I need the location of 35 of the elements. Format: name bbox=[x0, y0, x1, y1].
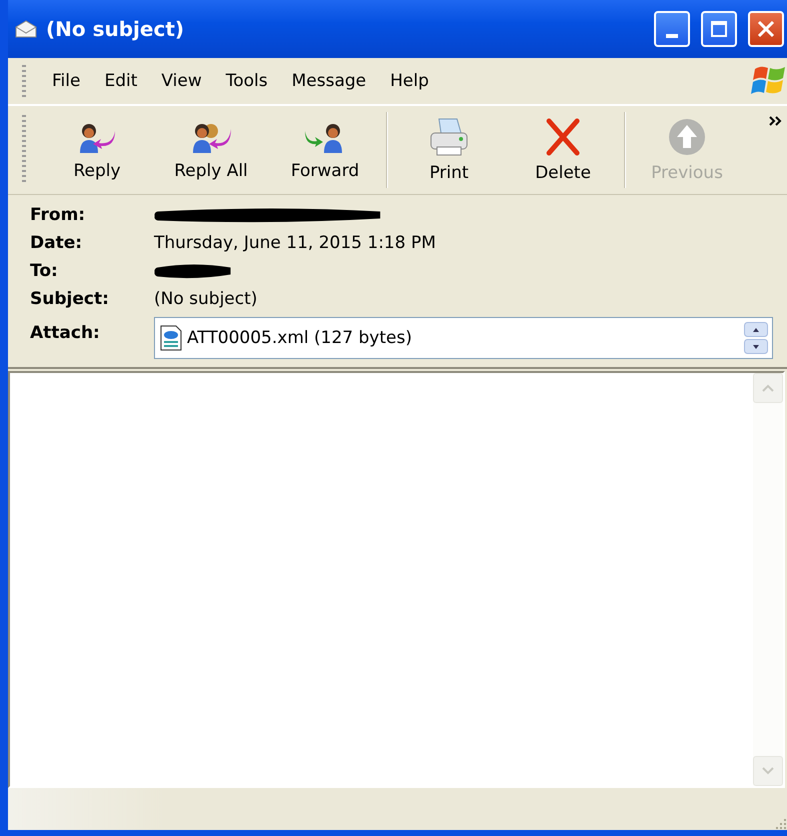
scroll-up-icon[interactable] bbox=[744, 322, 768, 337]
window-title: (No subject) bbox=[46, 17, 186, 41]
toolbar-button[interactable]: Reply bbox=[40, 106, 154, 194]
menu-item[interactable]: File bbox=[40, 67, 92, 95]
header-label: From: bbox=[30, 205, 86, 225]
header-label: Subject: bbox=[30, 289, 110, 309]
toolbar-button[interactable]: Print bbox=[392, 106, 506, 194]
header-value: Thursday, June 11, 2015 1:18 PM bbox=[154, 233, 437, 253]
menu-item[interactable]: View bbox=[149, 67, 214, 95]
down-caret-icon bbox=[761, 766, 775, 776]
xml-file-icon bbox=[159, 324, 183, 352]
resize-grip-icon[interactable] bbox=[775, 818, 787, 830]
header-label: To: bbox=[30, 261, 59, 281]
minimize-icon bbox=[666, 34, 678, 38]
header-value: (No subject) bbox=[154, 289, 258, 309]
close-button[interactable] bbox=[748, 11, 784, 47]
toolbar-button[interactable]: Delete bbox=[506, 106, 620, 194]
toolbar-button[interactable]: Forward bbox=[268, 106, 382, 194]
envelope-icon bbox=[14, 19, 38, 39]
menu-item[interactable]: Message bbox=[280, 67, 378, 95]
toolbar-button[interactable]: Reply All bbox=[154, 106, 268, 194]
attachment-name[interactable]: ATT00005.xml (127 bytes) bbox=[187, 328, 740, 348]
chevron-icon[interactable] bbox=[769, 116, 783, 126]
menu-item[interactable]: Tools bbox=[214, 67, 280, 95]
maximize-icon bbox=[710, 20, 728, 38]
menu-item[interactable]: Edit bbox=[92, 67, 150, 95]
close-icon bbox=[756, 19, 776, 39]
up-caret-icon bbox=[761, 383, 775, 393]
maximize-button[interactable] bbox=[701, 11, 737, 47]
header-label: Date: bbox=[30, 233, 84, 253]
attachment-field[interactable]: ATT00005.xml (127 bytes) bbox=[154, 317, 773, 359]
header-label: Attach: bbox=[30, 322, 101, 343]
minimize-button[interactable] bbox=[654, 11, 690, 47]
menu-item[interactable]: Help bbox=[378, 67, 441, 95]
scroll-down-icon[interactable] bbox=[744, 339, 768, 354]
